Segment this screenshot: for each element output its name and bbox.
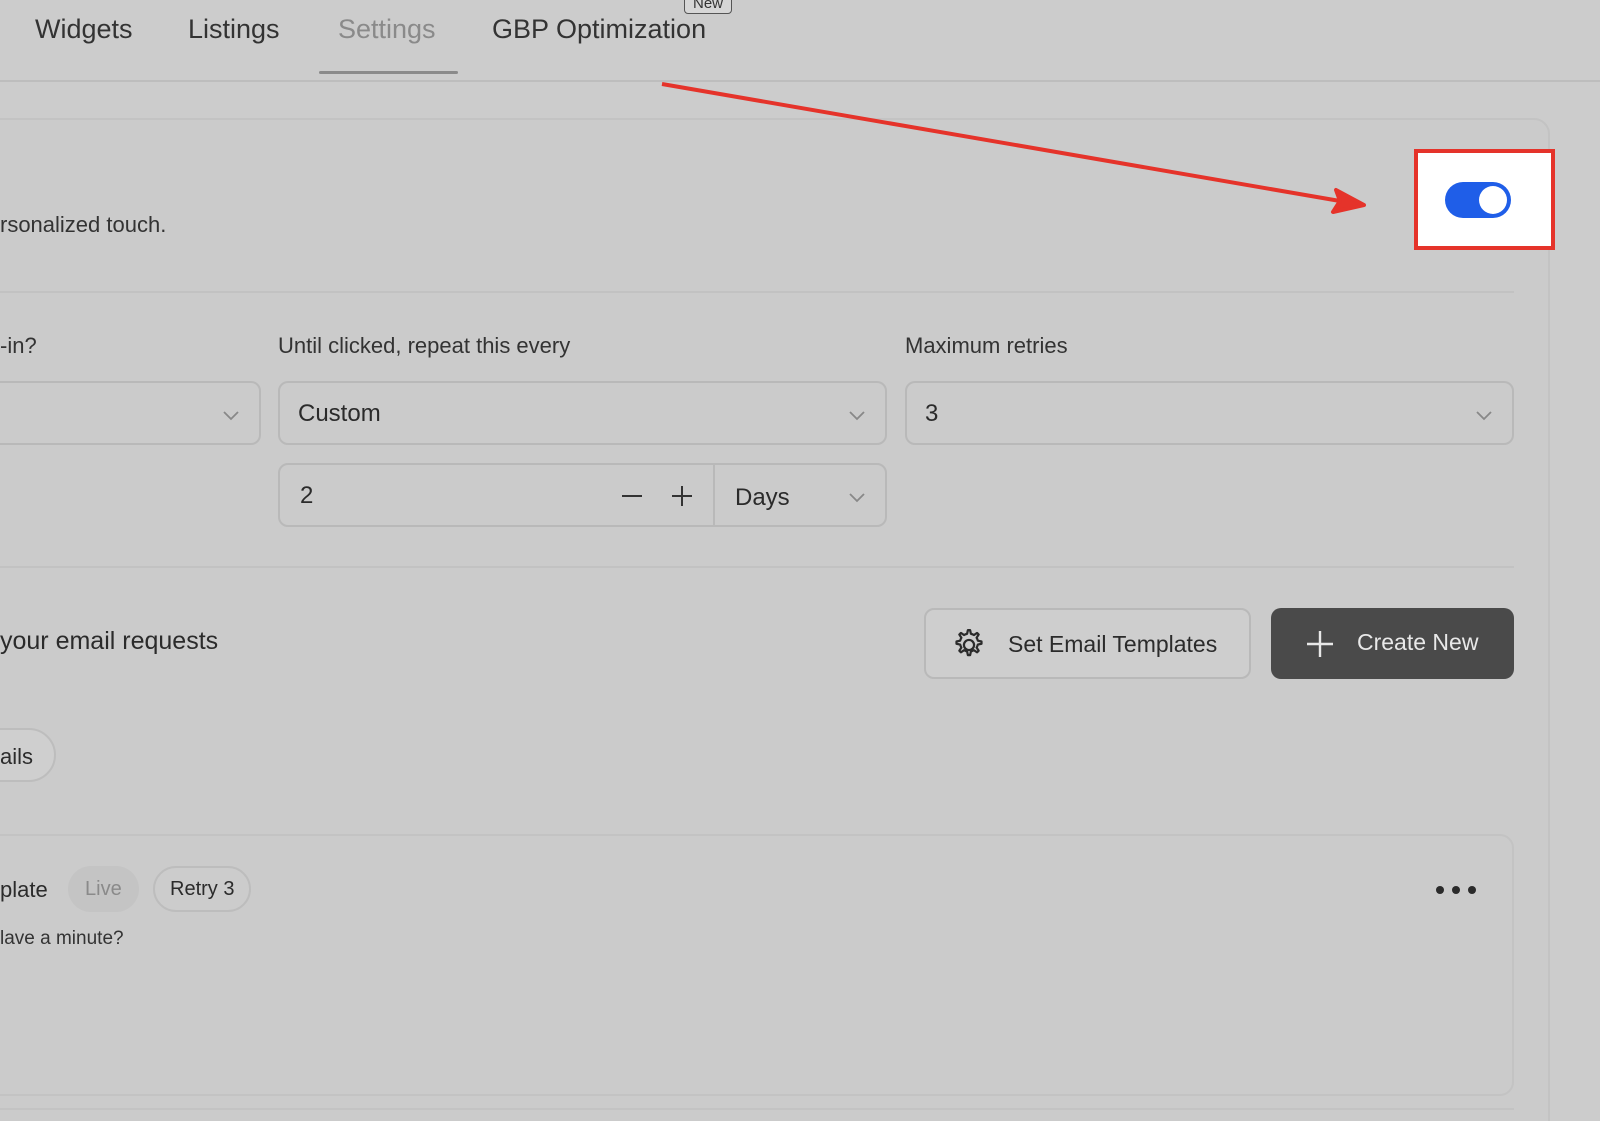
section-description: rsonalized touch.	[0, 212, 167, 237]
toggle-knob	[1479, 186, 1507, 214]
interval-value[interactable]: 2	[300, 482, 313, 510]
chevron-down-icon	[1476, 411, 1492, 421]
retry-badge: Retry 3	[153, 866, 252, 912]
template-description: lave a minute?	[0, 928, 124, 949]
divider	[0, 291, 1514, 293]
interval-unit-select[interactable]: Days	[735, 484, 790, 512]
tab-listings[interactable]: Listings	[188, 14, 280, 45]
stepper-divider	[713, 465, 715, 525]
plus-icon[interactable]	[665, 479, 699, 513]
email-requests-title: your email requests	[0, 627, 219, 655]
tab-settings[interactable]: Settings	[338, 14, 436, 45]
label-repeat-interval: Until clicked, repeat this every	[278, 333, 571, 358]
template-name: plate	[0, 877, 48, 902]
label-first-send: -in?	[0, 333, 37, 358]
repeat-interval-select[interactable]: Custom	[278, 381, 887, 445]
first-send-select[interactable]	[0, 381, 261, 445]
create-new-label: Create New	[1357, 629, 1479, 655]
label-maximum-retries: Maximum retries	[905, 333, 1068, 358]
active-tab-indicator	[319, 71, 458, 74]
plus-icon	[1307, 631, 1333, 657]
create-new-button[interactable]: Create New	[1271, 608, 1514, 679]
gear-icon	[955, 629, 983, 657]
top-navigation: Widgets Listings Settings GBP Optimizati…	[0, 0, 1600, 82]
minus-icon[interactable]	[615, 479, 649, 513]
maximum-retries-value: 3	[925, 400, 939, 427]
filter-chip-label: ails	[0, 744, 34, 769]
divider	[0, 1108, 1514, 1110]
more-horizontal-icon[interactable]	[1432, 880, 1480, 900]
tab-widgets[interactable]: Widgets	[35, 14, 133, 45]
set-email-templates-button[interactable]: Set Email Templates	[924, 608, 1251, 679]
interval-stepper: 2 Days	[278, 463, 887, 527]
maximum-retries-select[interactable]: 3	[905, 381, 1514, 445]
filter-chip[interactable]: ails	[0, 728, 56, 782]
new-badge: New	[684, 0, 733, 14]
repeat-interval-value: Custom	[298, 400, 381, 427]
set-email-templates-label: Set Email Templates	[1008, 631, 1218, 657]
tab-gbp-optimization[interactable]: GBP Optimization	[492, 14, 706, 45]
chevron-down-icon[interactable]	[847, 487, 867, 507]
divider	[0, 566, 1514, 568]
chevron-down-icon	[223, 411, 239, 421]
chevron-down-icon	[849, 411, 865, 421]
feature-toggle[interactable]	[1445, 182, 1511, 218]
status-badge: Live	[68, 866, 139, 912]
